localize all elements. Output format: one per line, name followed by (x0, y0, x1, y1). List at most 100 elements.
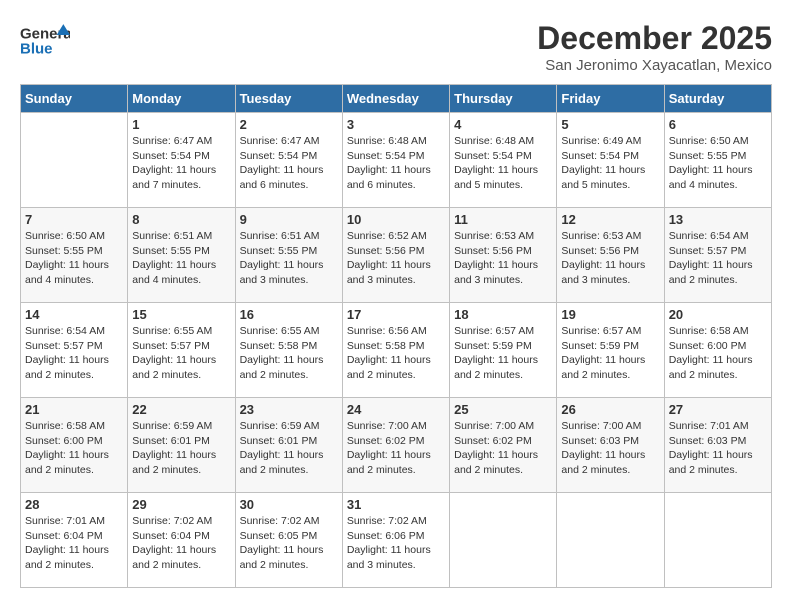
day-number: 1 (132, 117, 230, 132)
day-info: Sunrise: 6:54 AMSunset: 5:57 PMDaylight:… (25, 324, 123, 383)
table-row: 25 Sunrise: 7:00 AMSunset: 6:02 PMDayligh… (450, 398, 557, 493)
table-row (664, 493, 771, 588)
page-title: December 2025 (537, 20, 772, 57)
table-row: 8 Sunrise: 6:51 AMSunset: 5:55 PMDaylight… (128, 208, 235, 303)
day-info: Sunrise: 7:01 AMSunset: 6:04 PMDaylight:… (25, 514, 123, 573)
day-info: Sunrise: 6:59 AMSunset: 6:01 PMDaylight:… (132, 419, 230, 478)
day-info: Sunrise: 6:50 AMSunset: 5:55 PMDaylight:… (669, 134, 767, 193)
table-row: 17 Sunrise: 6:56 AMSunset: 5:58 PMDayligh… (342, 303, 449, 398)
day-info: Sunrise: 6:49 AMSunset: 5:54 PMDaylight:… (561, 134, 659, 193)
table-row: 5 Sunrise: 6:49 AMSunset: 5:54 PMDaylight… (557, 113, 664, 208)
table-row: 19 Sunrise: 6:57 AMSunset: 5:59 PMDayligh… (557, 303, 664, 398)
day-number: 30 (240, 497, 338, 512)
day-number: 31 (347, 497, 445, 512)
day-number: 13 (669, 212, 767, 227)
day-number: 6 (669, 117, 767, 132)
day-info: Sunrise: 7:01 AMSunset: 6:03 PMDaylight:… (669, 419, 767, 478)
day-info: Sunrise: 6:57 AMSunset: 5:59 PMDaylight:… (561, 324, 659, 383)
day-info: Sunrise: 6:47 AMSunset: 5:54 PMDaylight:… (240, 134, 338, 193)
header-saturday: Saturday (664, 85, 771, 113)
day-number: 21 (25, 402, 123, 417)
day-info: Sunrise: 6:53 AMSunset: 5:56 PMDaylight:… (561, 229, 659, 288)
header-wednesday: Wednesday (342, 85, 449, 113)
day-info: Sunrise: 7:00 AMSunset: 6:02 PMDaylight:… (347, 419, 445, 478)
day-info: Sunrise: 6:55 AMSunset: 5:58 PMDaylight:… (240, 324, 338, 383)
day-number: 23 (240, 402, 338, 417)
day-number: 19 (561, 307, 659, 322)
day-number: 10 (347, 212, 445, 227)
day-info: Sunrise: 6:53 AMSunset: 5:56 PMDaylight:… (454, 229, 552, 288)
day-number: 29 (132, 497, 230, 512)
day-info: Sunrise: 7:00 AMSunset: 6:02 PMDaylight:… (454, 419, 552, 478)
day-info: Sunrise: 6:54 AMSunset: 5:57 PMDaylight:… (669, 229, 767, 288)
calendar-table: SundayMondayTuesdayWednesdayThursdayFrid… (20, 84, 772, 588)
page-subtitle: San Jeronimo Xayacatlan, Mexico (537, 57, 772, 74)
day-info: Sunrise: 6:56 AMSunset: 5:58 PMDaylight:… (347, 324, 445, 383)
day-info: Sunrise: 6:48 AMSunset: 5:54 PMDaylight:… (454, 134, 552, 193)
day-number: 27 (669, 402, 767, 417)
logo-icon: General Blue (20, 20, 70, 60)
week-row-4: 21 Sunrise: 6:58 AMSunset: 6:00 PMDayligh… (21, 398, 772, 493)
day-number: 7 (25, 212, 123, 227)
table-row: 22 Sunrise: 6:59 AMSunset: 6:01 PMDayligh… (128, 398, 235, 493)
day-info: Sunrise: 6:50 AMSunset: 5:55 PMDaylight:… (25, 229, 123, 288)
day-number: 4 (454, 117, 552, 132)
table-row: 4 Sunrise: 6:48 AMSunset: 5:54 PMDaylight… (450, 113, 557, 208)
table-row: 16Sunrise: 6:55 AMSunset: 5:58 PMDayligh… (235, 303, 342, 398)
table-row: 15Sunrise: 6:55 AMSunset: 5:57 PMDayligh… (128, 303, 235, 398)
page-header: General Blue December 2025 San Jeronimo … (20, 20, 772, 74)
day-info: Sunrise: 6:58 AMSunset: 6:00 PMDaylight:… (25, 419, 123, 478)
table-row: 21 Sunrise: 6:58 AMSunset: 6:00 PMDayligh… (21, 398, 128, 493)
week-row-1: 1 Sunrise: 6:47 AMSunset: 5:54 PMDaylight… (21, 113, 772, 208)
day-number: 3 (347, 117, 445, 132)
day-info: Sunrise: 6:51 AMSunset: 5:55 PMDaylight:… (240, 229, 338, 288)
day-number: 11 (454, 212, 552, 227)
day-info: Sunrise: 6:57 AMSunset: 5:59 PMDaylight:… (454, 324, 552, 383)
day-info: Sunrise: 7:02 AMSunset: 6:06 PMDaylight:… (347, 514, 445, 573)
day-number: 2 (240, 117, 338, 132)
table-row: 27 Sunrise: 7:01 AMSunset: 6:03 PMDayligh… (664, 398, 771, 493)
table-row (557, 493, 664, 588)
day-info: Sunrise: 6:51 AMSunset: 5:55 PMDaylight:… (132, 229, 230, 288)
day-info: Sunrise: 6:52 AMSunset: 5:56 PMDaylight:… (347, 229, 445, 288)
header-thursday: Thursday (450, 85, 557, 113)
day-number: 8 (132, 212, 230, 227)
table-row: 30 Sunrise: 7:02 AMSunset: 6:05 PMDayligh… (235, 493, 342, 588)
day-number: 22 (132, 402, 230, 417)
table-row: 14Sunrise: 6:54 AMSunset: 5:57 PMDayligh… (21, 303, 128, 398)
day-info: Sunrise: 6:55 AMSunset: 5:57 PMDaylight:… (132, 324, 230, 383)
header-tuesday: Tuesday (235, 85, 342, 113)
table-row: 23Sunrise: 6:59 AMSunset: 6:01 PMDayligh… (235, 398, 342, 493)
header-sunday: Sunday (21, 85, 128, 113)
table-row: 9 Sunrise: 6:51 AMSunset: 5:55 PMDaylight… (235, 208, 342, 303)
table-row: 3 Sunrise: 6:48 AMSunset: 5:54 PMDaylight… (342, 113, 449, 208)
day-info: Sunrise: 7:02 AMSunset: 6:05 PMDaylight:… (240, 514, 338, 573)
day-number: 9 (240, 212, 338, 227)
day-info: Sunrise: 7:00 AMSunset: 6:03 PMDaylight:… (561, 419, 659, 478)
day-info: Sunrise: 7:02 AMSunset: 6:04 PMDaylight:… (132, 514, 230, 573)
table-row: 24 Sunrise: 7:00 AMSunset: 6:02 PMDayligh… (342, 398, 449, 493)
day-number: 20 (669, 307, 767, 322)
table-row (21, 113, 128, 208)
day-info: Sunrise: 6:58 AMSunset: 6:00 PMDaylight:… (669, 324, 767, 383)
day-info: Sunrise: 6:47 AMSunset: 5:54 PMDaylight:… (132, 134, 230, 193)
day-info: Sunrise: 6:48 AMSunset: 5:54 PMDaylight:… (347, 134, 445, 193)
table-row: 12Sunrise: 6:53 AMSunset: 5:56 PMDayligh… (557, 208, 664, 303)
header-friday: Friday (557, 85, 664, 113)
table-row: 13 Sunrise: 6:54 AMSunset: 5:57 PMDayligh… (664, 208, 771, 303)
table-row: 1 Sunrise: 6:47 AMSunset: 5:54 PMDaylight… (128, 113, 235, 208)
day-number: 17 (347, 307, 445, 322)
table-row: 28 Sunrise: 7:01 AMSunset: 6:04 PMDayligh… (21, 493, 128, 588)
table-row: 29 Sunrise: 7:02 AMSunset: 6:04 PMDayligh… (128, 493, 235, 588)
table-row (450, 493, 557, 588)
header-monday: Monday (128, 85, 235, 113)
day-number: 28 (25, 497, 123, 512)
day-number: 24 (347, 402, 445, 417)
calendar-header-row: SundayMondayTuesdayWednesdayThursdayFrid… (21, 85, 772, 113)
table-row: 7 Sunrise: 6:50 AMSunset: 5:55 PMDaylight… (21, 208, 128, 303)
svg-text:Blue: Blue (20, 40, 53, 57)
week-row-2: 7 Sunrise: 6:50 AMSunset: 5:55 PMDaylight… (21, 208, 772, 303)
table-row: 2 Sunrise: 6:47 AMSunset: 5:54 PMDaylight… (235, 113, 342, 208)
day-number: 5 (561, 117, 659, 132)
day-number: 25 (454, 402, 552, 417)
